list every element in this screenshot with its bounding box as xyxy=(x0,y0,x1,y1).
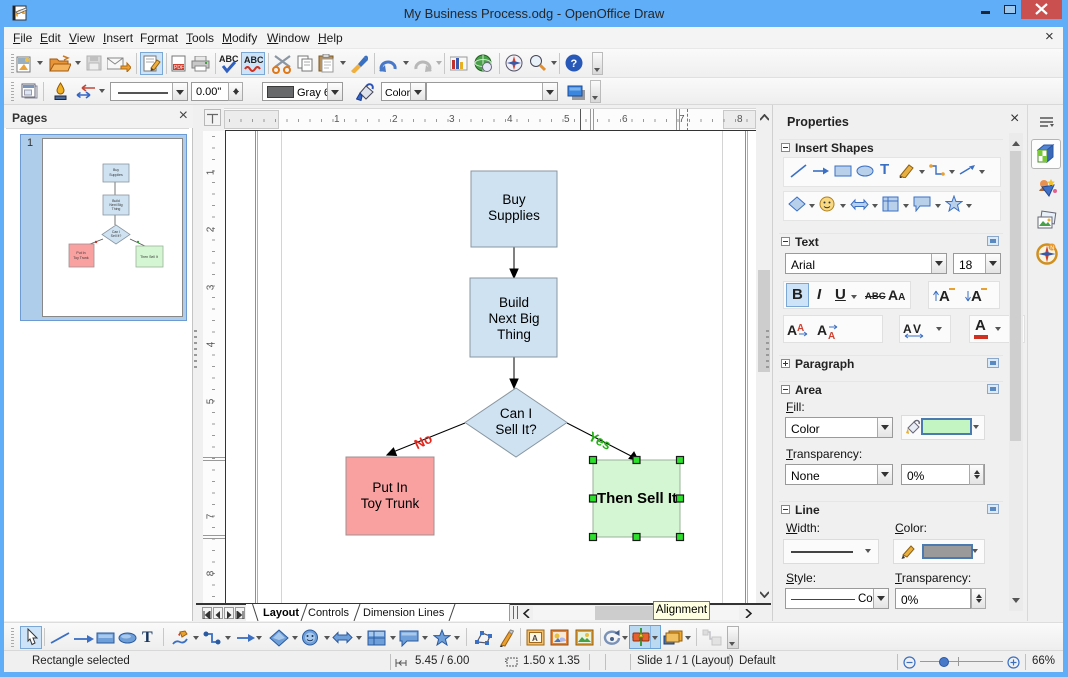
svg-text:Thing: Thing xyxy=(112,207,121,211)
svg-text:No: No xyxy=(412,431,435,452)
svg-text:A: A xyxy=(971,288,982,305)
svg-text:Buy: Buy xyxy=(502,192,526,207)
svg-text:A: A xyxy=(817,322,827,338)
svg-text:Supplies: Supplies xyxy=(109,173,123,177)
svg-text:Then Sell It: Then Sell It xyxy=(140,255,158,259)
svg-text:Thing: Thing xyxy=(497,327,531,342)
svg-text:Build: Build xyxy=(499,295,529,310)
svg-text:Next Big: Next Big xyxy=(488,311,539,326)
svg-text:ABC: ABC xyxy=(244,55,264,65)
svg-text:Sell It?: Sell It? xyxy=(495,422,536,437)
svg-text:N: N xyxy=(1050,246,1054,252)
svg-text:Can I: Can I xyxy=(500,406,532,421)
svg-text:Then Sell It: Then Sell It xyxy=(597,490,677,507)
svg-text:A: A xyxy=(797,323,804,334)
svg-text:PDF: PDF xyxy=(174,65,184,71)
svg-text:A: A xyxy=(939,288,950,305)
svg-text:Put In: Put In xyxy=(76,251,85,255)
svg-text:?: ? xyxy=(571,58,578,70)
svg-text:Toy Trunk: Toy Trunk xyxy=(73,256,88,260)
svg-text:Supplies: Supplies xyxy=(488,208,540,223)
svg-text:A: A xyxy=(828,331,835,339)
svg-text:V: V xyxy=(913,322,921,336)
svg-text:Buy: Buy xyxy=(113,168,119,172)
svg-text:Sell It?: Sell It? xyxy=(111,234,122,238)
svg-text:A: A xyxy=(787,322,797,338)
svg-text:Toy Trunk: Toy Trunk xyxy=(361,496,420,511)
svg-text:Put In: Put In xyxy=(372,480,407,495)
svg-text:A: A xyxy=(532,634,538,643)
svg-text:ABC: ABC xyxy=(219,54,239,64)
svg-text:Yes: Yes xyxy=(586,429,614,453)
